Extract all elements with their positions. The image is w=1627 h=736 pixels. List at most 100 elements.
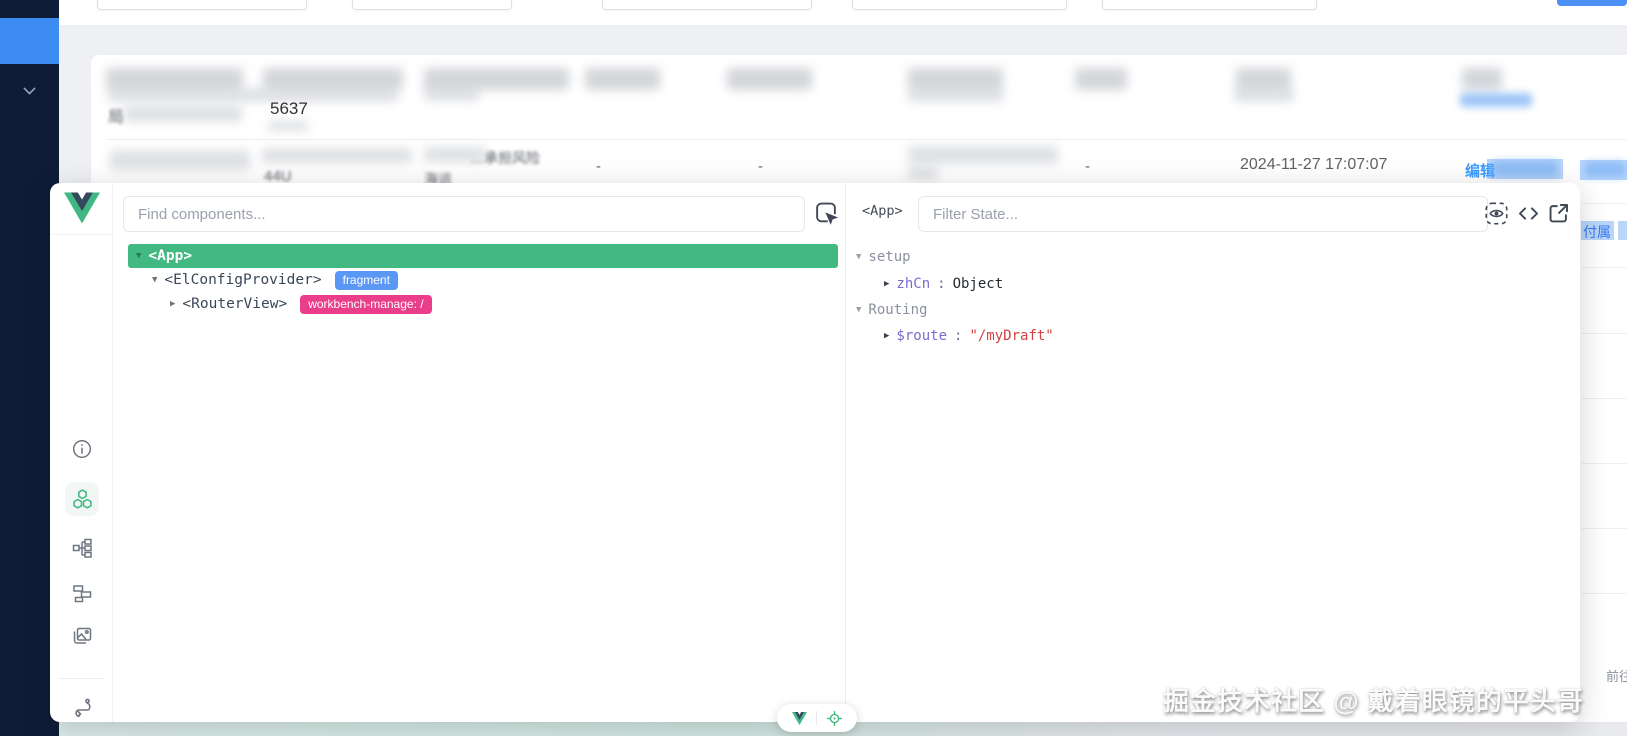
- redacted-cell: [262, 148, 412, 163]
- screenshot-root: 局 5637 44U …承担风险 海运 - - - 2024-11-27 17:…: [0, 0, 1627, 736]
- search-field-5[interactable]: [1102, 0, 1317, 10]
- search-field-2[interactable]: [352, 0, 512, 10]
- caret-right-icon[interactable]: ▶: [884, 331, 889, 341]
- redacted-header-cell: [1075, 68, 1127, 90]
- redacted-cell: [110, 150, 250, 170]
- edit-link[interactable]: 编辑: [1465, 160, 1495, 181]
- state-key: zhCn: [896, 276, 930, 292]
- redacted-cell: [268, 121, 308, 131]
- layout-blocks-icon[interactable]: [70, 581, 94, 605]
- redacted-header-cell: [263, 68, 403, 90]
- inspect-component-icon[interactable]: [813, 200, 841, 228]
- key-value-separator: :: [954, 328, 962, 344]
- vue-logo-icon: [64, 192, 100, 224]
- redacted-cell: [908, 88, 1003, 102]
- route-badge: workbench-manage: /: [300, 295, 431, 314]
- timeline-tree-icon[interactable]: [70, 536, 94, 560]
- chevron-down-icon[interactable]: [21, 84, 38, 98]
- redacted-action-links[interactable]: [1492, 161, 1558, 176]
- redacted-header-cell: [424, 68, 569, 90]
- divider: [59, 678, 105, 679]
- caret-down-icon[interactable]: ▼: [136, 251, 141, 261]
- code-icon[interactable]: [1516, 201, 1542, 227]
- row-divider: [1582, 333, 1627, 334]
- watermark-text: 掘金技术社区 @ 戴着眼镜的平头哥: [1163, 681, 1563, 718]
- redacted-header-cell: [585, 68, 660, 90]
- state-group-setup[interactable]: ▼ setup: [856, 249, 911, 265]
- state-breadcrumb: <App>: [862, 203, 903, 219]
- tree-node-routerview[interactable]: ▶ <RouterView> workbench-manage: /: [170, 292, 432, 316]
- row-divider: [1582, 528, 1627, 529]
- state-entry-route[interactable]: ▶ $route : "/myDraft": [884, 328, 1054, 344]
- caret-right-icon[interactable]: ▶: [170, 299, 175, 309]
- caret-down-icon[interactable]: ▼: [152, 275, 157, 285]
- row2-dash: -: [596, 158, 601, 175]
- inspect-dom-eye-icon[interactable]: [1484, 201, 1510, 227]
- row-divider: [1582, 463, 1627, 464]
- redacted-cell: [908, 167, 938, 179]
- component-inspector-target-button[interactable]: [826, 710, 843, 727]
- row2-dash: -: [1085, 158, 1090, 175]
- app-sidebar-active-item[interactable]: [0, 18, 59, 64]
- component-tag: <App>: [148, 248, 192, 264]
- redacted-cell: [108, 88, 398, 102]
- state-entry-zhcn[interactable]: ▶ zhCn : Object: [884, 276, 1003, 292]
- redacted-header-cell: [727, 68, 812, 90]
- panel-split-divider[interactable]: [845, 183, 846, 722]
- vue-devtools-panel: ▼ <App> ▼ <ElConfigProvider> fragment ▶ …: [50, 183, 1580, 722]
- goto-label: 前往: [1606, 666, 1627, 685]
- devtools-floating-pill: [777, 704, 857, 732]
- row1-qty: 5637: [270, 99, 308, 119]
- redacted-header-cell: [1236, 68, 1291, 90]
- devtools-logo-cell: [50, 183, 113, 235]
- search-field-4[interactable]: [852, 0, 1067, 10]
- row2-dash: -: [758, 158, 763, 175]
- state-group-routing[interactable]: ▼ Routing: [856, 302, 927, 318]
- redacted-header-cell: [908, 68, 1003, 90]
- redacted-cell: [908, 146, 1058, 164]
- state-group-label: Routing: [868, 302, 927, 318]
- state-group-label: setup: [868, 249, 910, 265]
- tree-node-app[interactable]: ▼ <App>: [128, 244, 838, 268]
- primary-action-button[interactable]: [1557, 0, 1627, 6]
- state-value: "/myDraft": [969, 328, 1053, 344]
- divider: [816, 711, 817, 725]
- caret-down-icon[interactable]: ▼: [856, 252, 861, 262]
- search-field-3[interactable]: [602, 0, 812, 10]
- component-tag: <RouterView>: [182, 296, 287, 312]
- row-divider: [1582, 203, 1627, 204]
- find-components-input[interactable]: [123, 196, 805, 232]
- redacted-header-cell: [106, 68, 243, 90]
- tree-node-elconfigprovider[interactable]: ▼ <ElConfigProvider> fragment: [152, 268, 398, 292]
- fragment-badge: fragment: [335, 271, 398, 290]
- state-value: Object: [953, 276, 1004, 292]
- devtools-icon-bar: [50, 183, 113, 722]
- redacted-action-links[interactable]: [1460, 93, 1532, 107]
- caret-right-icon[interactable]: ▶: [884, 279, 889, 289]
- row2-timestamp: 2024-11-27 17:07:07: [1240, 156, 1387, 174]
- key-value-separator: :: [937, 276, 945, 292]
- redacted-cell: [124, 106, 242, 122]
- redacted-cell: [424, 88, 479, 101]
- filter-state-input[interactable]: [918, 196, 1488, 232]
- router-icon[interactable]: [70, 696, 94, 720]
- text-selection-highlight: [1618, 221, 1627, 240]
- components-icon[interactable]: [65, 482, 99, 516]
- assets-image-icon[interactable]: [70, 624, 94, 648]
- row-divider: [1582, 593, 1627, 594]
- attachment-link[interactable]: 付属: [1583, 222, 1611, 242]
- row-divider: [1582, 398, 1627, 399]
- redacted-cell: [1234, 88, 1294, 102]
- component-tag: <ElConfigProvider>: [164, 272, 321, 288]
- redacted-action-links[interactable]: [1585, 162, 1625, 177]
- row-divider: [106, 139, 1627, 140]
- redacted-header-cell: [1462, 68, 1502, 90]
- caret-down-icon[interactable]: ▼: [856, 305, 861, 315]
- info-icon[interactable]: [70, 437, 94, 461]
- row-divider: [1582, 267, 1627, 268]
- open-in-new-window-icon[interactable]: [1546, 201, 1572, 227]
- row2-risk-text: …承担风险: [470, 148, 540, 168]
- row1-partial-char: 局: [108, 103, 124, 127]
- vue-logo-toggle-button[interactable]: [792, 712, 807, 725]
- search-field-1[interactable]: [97, 0, 307, 10]
